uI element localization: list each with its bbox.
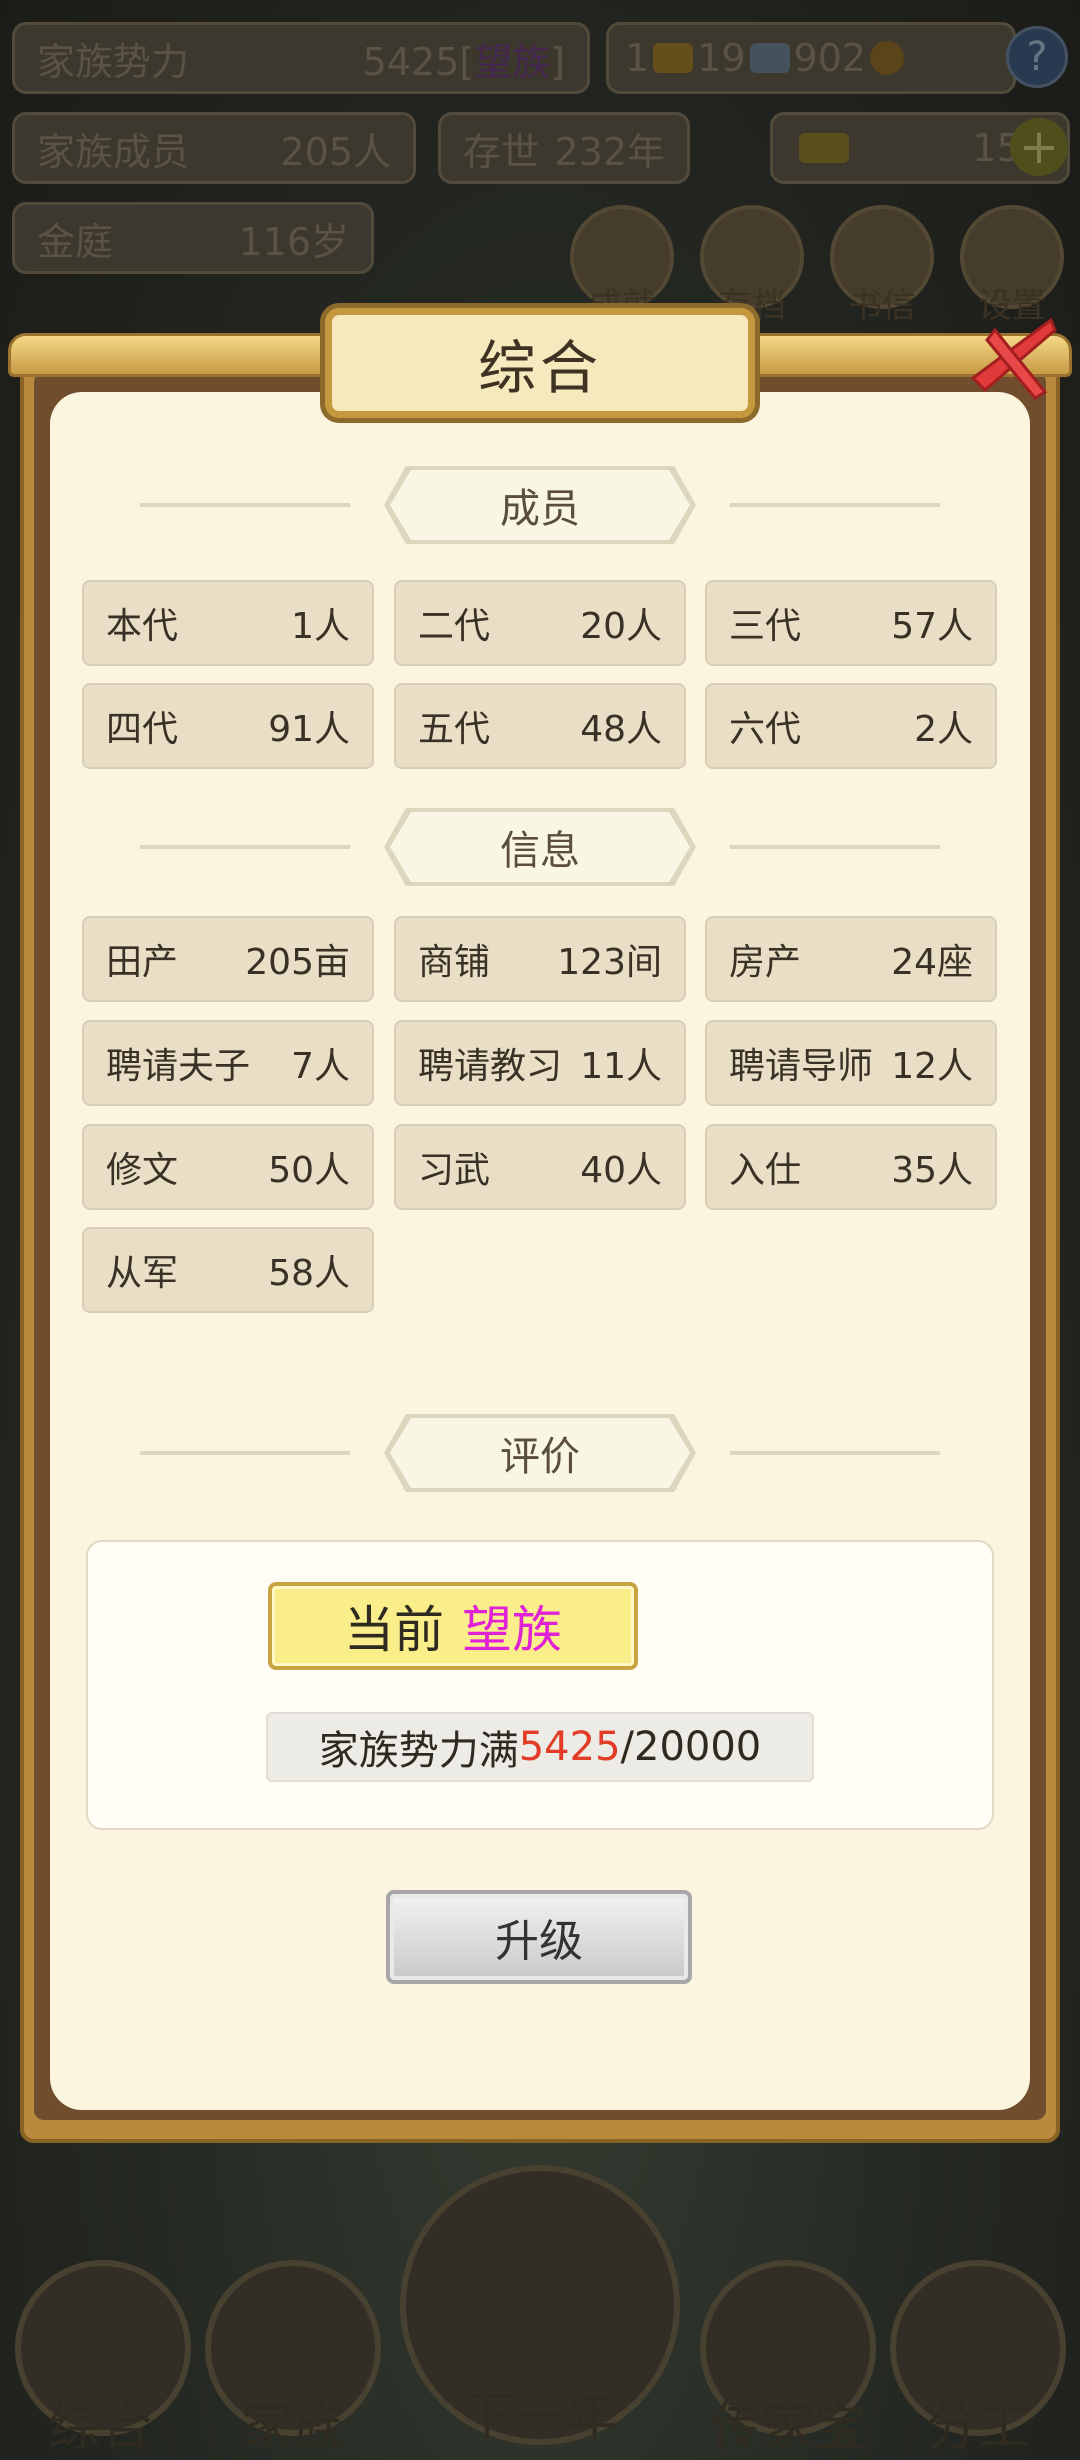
info-cell: 从军 58人 — [82, 1227, 374, 1313]
upgrade-button[interactable]: 升级 — [386, 1890, 692, 1984]
generation-cell: 六代 2人 — [705, 683, 997, 769]
members-heading: 成员 — [140, 466, 940, 544]
power-prefix: 家族势力满 — [318, 1728, 519, 1774]
power-suffix: /20000 — [620, 1724, 762, 1770]
info-cell: 聘请教习 11人 — [394, 1020, 686, 1106]
info-heading: 信息 — [140, 808, 940, 886]
generation-cell: 三代 57人 — [705, 580, 997, 666]
info-cell: 田产 205亩 — [82, 916, 374, 1002]
generation-cell: 五代 48人 — [394, 683, 686, 769]
info-cell: 聘请导师 12人 — [705, 1020, 997, 1106]
info-cell: 聘请夫子 7人 — [82, 1020, 374, 1106]
info-heading-label: 信息 — [390, 812, 690, 882]
current-label: 当前 — [344, 1601, 444, 1659]
info-cell: 房产 24座 — [705, 916, 997, 1002]
close-button[interactable] — [955, 300, 1065, 410]
generation-cell: 本代 1人 — [82, 580, 374, 666]
power-progress: 家族势力满 5425/20000 — [266, 1712, 814, 1782]
eval-heading-label: 评价 — [390, 1418, 690, 1488]
eval-heading: 评价 — [140, 1414, 940, 1492]
power-current: 5425 — [518, 1724, 621, 1770]
generation-cell: 四代 91人 — [82, 683, 374, 769]
info-cell: 修文 50人 — [82, 1124, 374, 1210]
generation-cell: 二代 20人 — [394, 580, 686, 666]
close-icon — [970, 317, 1057, 400]
info-cell: 入仕 35人 — [705, 1124, 997, 1210]
members-heading-label: 成员 — [390, 470, 690, 540]
info-cell: 商铺 123间 — [394, 916, 686, 1002]
current-rank: 望族 — [462, 1601, 562, 1659]
current-rank-plate: 当前 望族 — [268, 1582, 638, 1670]
dialog-title: 综合 — [325, 308, 755, 418]
info-cell: 习武 40人 — [394, 1124, 686, 1210]
